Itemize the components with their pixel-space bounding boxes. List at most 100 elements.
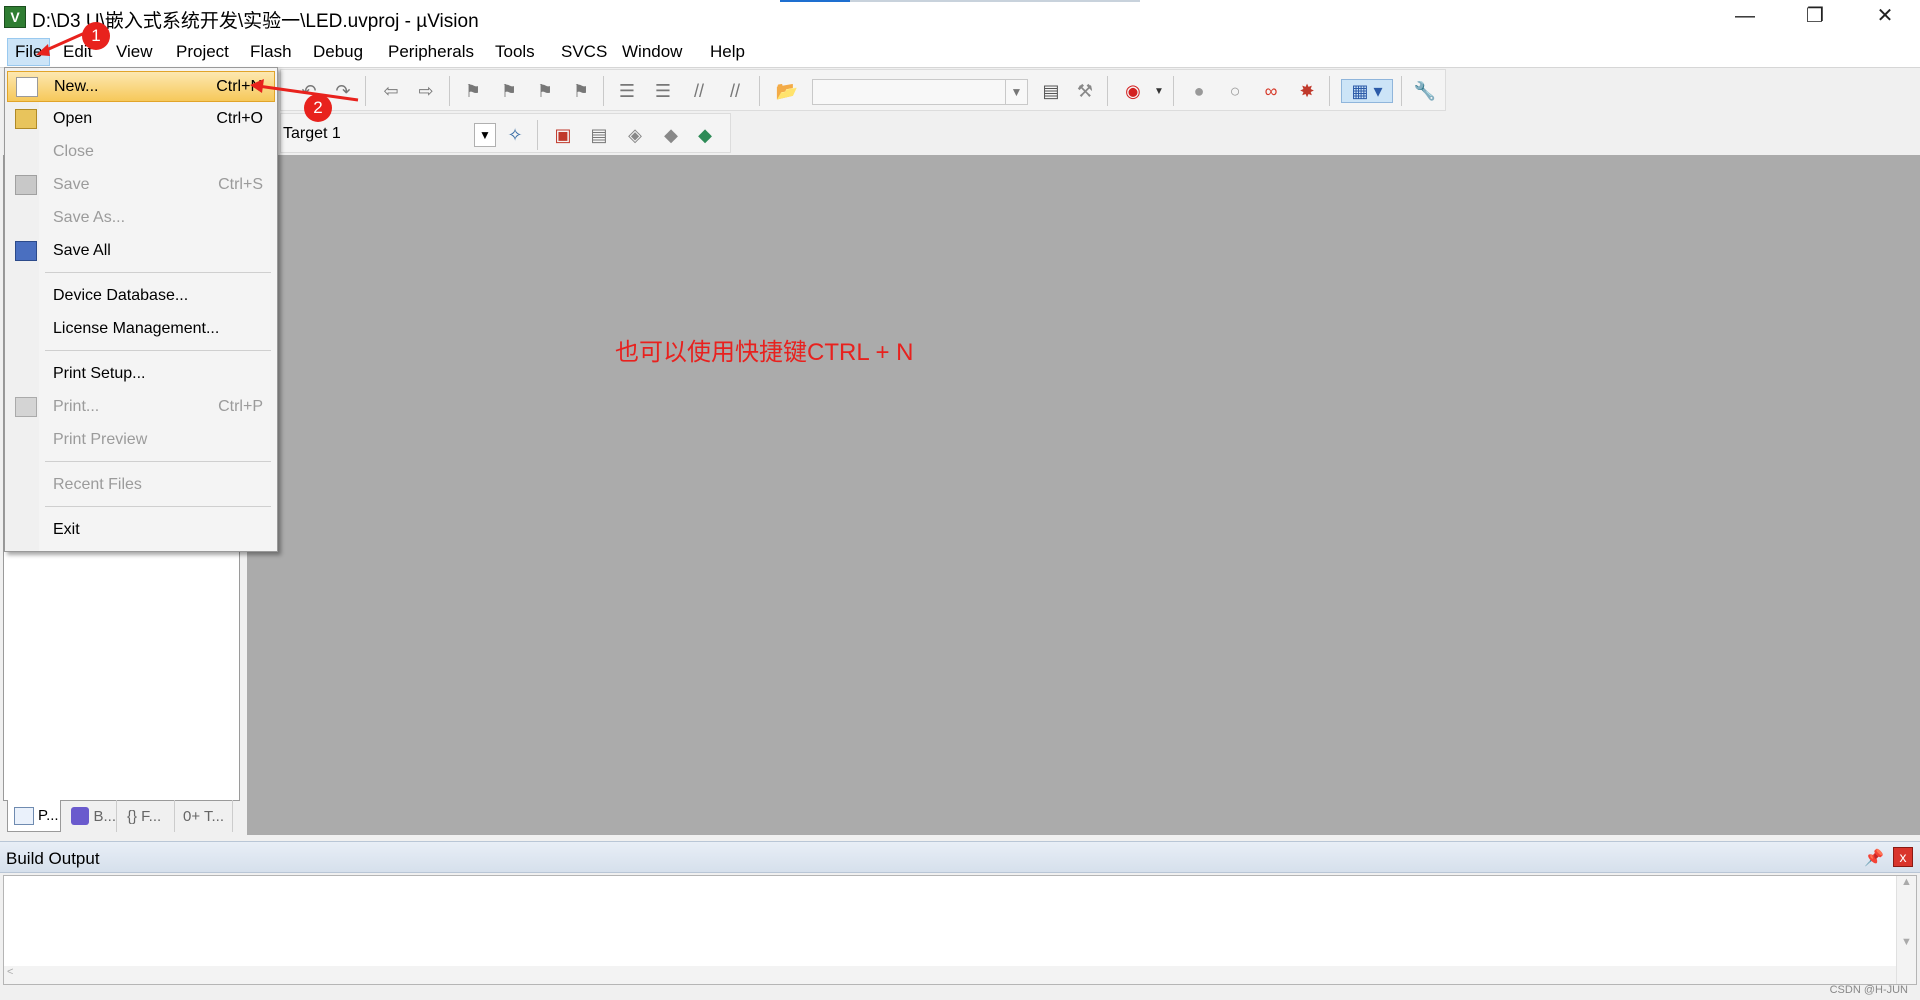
menu-item-label: License Management... <box>53 320 220 337</box>
save-all-icon <box>15 241 37 261</box>
build-output-title: Build Output <box>6 849 100 868</box>
tab-books-label: B... <box>93 807 116 825</box>
breakpoint-insert-icon[interactable]: ● <box>1187 79 1211 103</box>
annotation-marker-1: 1 <box>82 22 110 50</box>
unindent-icon[interactable]: ☰ <box>651 79 675 103</box>
project-icon <box>14 806 34 825</box>
menu-separator <box>45 350 271 351</box>
bookmark-prev-icon[interactable]: ⚑ <box>497 79 521 103</box>
menu-tools[interactable]: Tools <box>491 40 539 64</box>
bookmark-toggle-icon[interactable]: ⚑ <box>461 79 485 103</box>
vertical-scrollbar[interactable]: ▲ ▼ <box>1896 876 1916 984</box>
menu-window[interactable]: Window <box>618 40 686 64</box>
menu-item-save-all[interactable]: Save All <box>7 236 275 267</box>
incremental-find-icon[interactable]: ⚒ <box>1073 79 1097 103</box>
tab-project-label: P... <box>38 807 59 824</box>
menu-item-label: Close <box>53 143 94 160</box>
tab-books[interactable]: B... <box>65 800 117 832</box>
menu-item-license-management[interactable]: License Management... <box>7 314 275 345</box>
editor-area[interactable] <box>247 155 1920 835</box>
horizontal-scrollbar[interactable]: < <box>4 966 1896 984</box>
toolbar-separator <box>537 120 538 150</box>
menu-svcs[interactable]: SVCS <box>557 40 611 64</box>
toolbar-separator <box>603 76 604 106</box>
window-layout-icon[interactable]: ▦ ▾ <box>1341 79 1393 103</box>
indent-icon[interactable]: ☰ <box>615 79 639 103</box>
tab-project[interactable]: P... <box>7 800 61 832</box>
menu-item-recent-files[interactable]: Recent Files <box>7 470 275 501</box>
start-debug-icon[interactable]: ◉ <box>1121 79 1145 103</box>
breakpoint-enable-icon[interactable]: ○ <box>1223 79 1247 103</box>
title-accent <box>780 0 850 2</box>
navigate-forward-icon[interactable]: ⇨ <box>414 79 438 103</box>
project-panel-tabs: P... B... {} F... 0+ T... <box>3 800 240 834</box>
menu-item-label: Save As... <box>53 209 126 226</box>
uncomment-icon[interactable]: // <box>723 79 747 103</box>
options-for-target-icon[interactable]: ✧ <box>503 123 527 147</box>
menu-item-label: Exit <box>53 521 80 538</box>
menu-separator <box>45 461 271 462</box>
chevron-down-icon[interactable]: ▼ <box>474 123 496 147</box>
pin-icon[interactable]: 📌 <box>1864 848 1884 868</box>
toolbar-separator <box>1173 76 1174 106</box>
menu-item-device-database[interactable]: Device Database... <box>7 281 275 312</box>
comment-icon[interactable]: // <box>687 79 711 103</box>
tab-functions[interactable]: {} F... <box>121 800 175 832</box>
menu-separator <box>45 272 271 273</box>
menu-item-print[interactable]: Print... Ctrl+P <box>7 392 275 423</box>
breakpoint-kill-all-icon[interactable]: ✸ <box>1295 79 1319 103</box>
bookmark-clear-icon[interactable]: ⚑ <box>569 79 593 103</box>
menu-separator <box>45 506 271 507</box>
books-icon <box>71 807 90 825</box>
restore-button[interactable]: ❐ <box>1780 0 1850 34</box>
bookmark-next-icon[interactable]: ⚑ <box>533 79 557 103</box>
annotation-arrowhead-1 <box>36 44 50 56</box>
menu-item-label: Save <box>53 176 90 193</box>
menu-item-label: Print Preview <box>53 431 148 448</box>
toolbar-separator <box>1401 76 1402 106</box>
menu-item-close[interactable]: Close <box>7 137 275 168</box>
menu-item-label: Save All <box>53 242 111 259</box>
watermark: CSDN @H-JUN <box>1829 984 1908 996</box>
menu-help[interactable]: Help <box>706 40 749 64</box>
menu-item-label: Recent Files <box>53 476 142 493</box>
annotation-arrowhead-2 <box>250 79 264 93</box>
configure-icon[interactable]: 🔧 <box>1413 79 1437 103</box>
build-output-panel: Build Output 📌 x ▲ ▼ < CSDN @H-JUN <box>0 841 1920 1000</box>
run-time-env-icon[interactable]: ◆ <box>693 123 717 147</box>
minimize-button[interactable]: — <box>1710 0 1780 34</box>
annotation-marker-2: 2 <box>304 94 332 122</box>
manage-project-items-icon[interactable]: ▣ <box>551 123 575 147</box>
menu-item-label: Device Database... <box>53 287 189 304</box>
debug-dropdown-icon[interactable]: ▼ <box>1147 79 1171 103</box>
menu-item-print-preview[interactable]: Print Preview <box>7 425 275 456</box>
menu-item-label: Print... <box>53 398 100 415</box>
toolbar-separator <box>449 76 450 106</box>
toolbar-separator <box>1329 76 1330 106</box>
breakpoint-disable-all-icon[interactable]: ∞ <box>1259 79 1283 103</box>
menu-item-shortcut: Ctrl+S <box>218 176 263 193</box>
chevron-down-icon[interactable]: ▼ <box>1005 80 1027 104</box>
close-window-button[interactable]: ✕ <box>1850 0 1920 34</box>
close-icon[interactable]: x <box>1893 847 1913 867</box>
find-in-files-icon[interactable]: 📂 <box>775 79 799 103</box>
menu-item-save[interactable]: Save Ctrl+S <box>7 170 275 201</box>
find-icon[interactable]: ▤ <box>1039 79 1063 103</box>
select-packs-icon[interactable]: ▤ <box>587 123 611 147</box>
find-combo[interactable]: ▼ <box>812 79 1028 105</box>
menu-item-save-as[interactable]: Save As... <box>7 203 275 234</box>
menu-item-print-setup[interactable]: Print Setup... <box>7 359 275 390</box>
shortcut-annotation: 也可以使用快捷键CTRL + N <box>615 339 914 366</box>
toolbar-separator <box>1107 76 1108 106</box>
toolbar-separator <box>759 76 760 106</box>
printer-icon <box>15 397 37 417</box>
annotation-arrows <box>36 26 359 102</box>
tab-templates[interactable]: 0+ T... <box>177 800 233 832</box>
tab-functions-label: {} F... <box>127 807 162 825</box>
pack-installer-icon[interactable]: ◆ <box>659 123 683 147</box>
save-icon <box>15 175 37 195</box>
build-output-text[interactable]: ▲ ▼ < <box>3 875 1917 985</box>
menu-item-exit[interactable]: Exit <box>7 515 275 546</box>
manage-rte-icon[interactable]: ◈ <box>623 123 647 147</box>
title-accent-secondary <box>850 0 1140 2</box>
